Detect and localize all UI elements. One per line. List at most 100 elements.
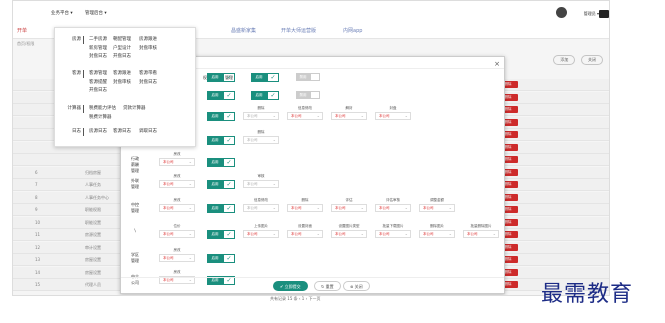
menu-item[interactable]: 封盘日志 xyxy=(89,53,107,59)
menu-item[interactable]: 调取日志 xyxy=(139,128,157,134)
enable-toggle[interactable]: 启用 ✓ xyxy=(207,91,239,100)
permission-select[interactable]: 批量删除图片 本公司 xyxy=(463,224,499,238)
menu-item[interactable]: 封盘审核 xyxy=(139,45,157,51)
menu-item[interactable]: 户型设计 xyxy=(113,45,131,51)
select-value[interactable]: 本公司 xyxy=(243,230,279,238)
permission-select[interactable]: 解封 本公司 xyxy=(331,106,367,120)
modal-close-button[interactable]: ⊗ 关闭 xyxy=(343,281,370,291)
menu-item[interactable]: 客源跟进 xyxy=(113,70,131,76)
permission-select[interactable]: 上传图片 本公司 xyxy=(243,224,279,238)
check-icon[interactable]: ✓ xyxy=(223,204,235,213)
tab-4[interactable]: 内网app xyxy=(343,27,362,34)
enable-toggle[interactable]: 启用 ✓ xyxy=(207,180,239,189)
menu-item[interactable]: 封盘日志 xyxy=(139,79,157,85)
permission-select[interactable]: 评估审核 本公司 xyxy=(375,198,411,212)
select-value[interactable]: 本公司 xyxy=(159,204,195,212)
menu-item[interactable]: 客源日志 xyxy=(113,128,131,134)
disable-toggle[interactable]: 禁用 xyxy=(296,73,328,82)
close-icon[interactable]: × xyxy=(494,60,500,68)
select-value[interactable]: 本公司 xyxy=(375,230,411,238)
enable-toggle[interactable]: 启用 ✓ xyxy=(207,254,239,263)
select-value[interactable]: 本公司 xyxy=(243,136,279,144)
permission-select[interactable]: 审核 本公司 xyxy=(243,174,279,188)
avatar[interactable] xyxy=(556,7,567,18)
user-name[interactable]: 管理员 ▾ xyxy=(584,11,599,17)
menu-item[interactable]: 二手房源 xyxy=(89,36,107,42)
menu-item[interactable]: 新房管理 xyxy=(89,45,107,51)
permission-select[interactable]: 信息修改 本公司 xyxy=(287,106,323,120)
permission-select[interactable]: 信息修改 本公司 xyxy=(243,198,279,212)
permission-select[interactable]: 批量下载图片 本公司 xyxy=(375,224,411,238)
select-value[interactable]: 本公司 xyxy=(243,112,279,120)
enable-toggle[interactable]: 启用 ✓ xyxy=(207,158,239,167)
check-icon[interactable]: ✓ xyxy=(223,254,235,263)
permission-select[interactable]: 房改本公司 xyxy=(159,198,195,212)
permission-select[interactable]: 房改本公司 xyxy=(159,248,195,262)
tab-3[interactable]: 开单大师运营版 xyxy=(281,27,316,34)
permission-select[interactable]: 位价 本公司 xyxy=(159,224,195,238)
select-value[interactable]: 本公司 xyxy=(243,180,279,188)
menu-item[interactable]: 开盘日志 xyxy=(89,87,107,93)
select-value[interactable]: 本公司 xyxy=(159,230,195,238)
menu-item[interactable]: 贷款计算器 xyxy=(123,105,146,111)
nav-business[interactable]: 业务平台 ▾ xyxy=(51,10,73,16)
pagination[interactable]: 共有记录 15 条 ‹ 1 › 下一页 xyxy=(270,296,320,302)
select-value[interactable]: 本公司 xyxy=(375,204,411,212)
enable-toggle[interactable]: 启用 ✓ xyxy=(207,230,239,239)
check-icon[interactable]: ✓ xyxy=(267,73,279,82)
reset-button[interactable]: ↻ 重置 xyxy=(314,281,341,291)
select-value[interactable]: 本公司 xyxy=(287,112,323,120)
menu-item[interactable]: 税费计算器 xyxy=(89,114,112,120)
check-icon[interactable]: ✓ xyxy=(223,91,235,100)
select-value[interactable]: 本公司 xyxy=(375,112,411,120)
select-value[interactable]: 本公司 xyxy=(287,204,323,212)
check-icon[interactable]: ✓ xyxy=(223,230,235,239)
permission-select[interactable]: 删除 本公司 xyxy=(243,106,279,120)
select-value[interactable]: 本公司 xyxy=(331,204,367,212)
select-value[interactable]: 本公司 xyxy=(463,230,499,238)
check-icon[interactable]: ✓ xyxy=(223,180,235,189)
enable-toggle[interactable]: 启用 ✓ xyxy=(207,112,239,121)
select-value[interactable]: 本公司 xyxy=(419,204,455,212)
enable-toggle[interactable]: 启用 ✓ xyxy=(207,204,239,213)
select-value[interactable]: 本公司 xyxy=(331,112,367,120)
check-icon[interactable]: ✓ xyxy=(223,158,235,167)
toggle-box[interactable] xyxy=(310,91,320,99)
permission-select[interactable]: 删除 本公司 xyxy=(243,130,279,144)
check-icon[interactable]: ✓ xyxy=(223,112,235,121)
permission-select[interactable]: 封盘 本公司 xyxy=(375,106,411,120)
select-value[interactable]: 本公司 xyxy=(331,230,367,238)
permission-select[interactable]: 房改本公司 xyxy=(159,152,195,166)
menu-item[interactable]: 客源管理 xyxy=(89,70,107,76)
menu-item[interactable]: 房源跟进 xyxy=(139,36,157,42)
tab-2[interactable]: 昌盛新家集 xyxy=(231,27,256,34)
check-icon[interactable]: ✓ xyxy=(223,136,235,145)
menu-item[interactable]: 客源带看 xyxy=(139,70,157,76)
toggle-box[interactable] xyxy=(310,73,320,81)
select-value[interactable]: 本公司 xyxy=(159,180,195,188)
permission-select[interactable]: 设置图片类型 本公司 xyxy=(331,224,367,238)
disable-toggle[interactable]: 禁用 xyxy=(296,91,328,100)
nav-admin[interactable]: 管理后台 ▾ xyxy=(85,10,107,16)
enable-toggle[interactable]: 启用 ✓ xyxy=(207,136,239,145)
select-value[interactable]: 本公司 xyxy=(287,230,323,238)
enable-toggle[interactable]: 启用 ✓ xyxy=(207,73,239,82)
check-icon[interactable]: ✓ xyxy=(223,73,235,82)
permission-select[interactable]: 删除图片 本公司 xyxy=(419,224,455,238)
permission-select[interactable]: 评估 本公司 xyxy=(331,198,367,212)
permission-select[interactable]: 删除 本公司 xyxy=(287,198,323,212)
enable-toggle[interactable]: 启用 ✓ xyxy=(251,73,283,82)
select-value[interactable]: 本公司 xyxy=(159,158,195,166)
submit-button[interactable]: ✔ 立即提交 xyxy=(273,281,308,291)
menu-item[interactable]: 客源提醒 xyxy=(89,79,107,85)
menu-item[interactable]: 税费能力评估 xyxy=(89,105,116,111)
mail-icon[interactable] xyxy=(599,10,609,18)
menu-item[interactable]: 开盘日志 xyxy=(113,53,131,59)
enable-toggle[interactable]: 启用 ✓ xyxy=(251,91,283,100)
select-value[interactable]: 本公司 xyxy=(243,204,279,212)
permission-select[interactable]: 房改本公司 xyxy=(159,174,195,188)
select-value[interactable]: 本公司 xyxy=(419,230,455,238)
menu-item[interactable]: 封盘审核 xyxy=(113,79,131,85)
permission-select[interactable]: 调整金额 本公司 xyxy=(419,198,455,212)
check-icon[interactable]: ✓ xyxy=(267,91,279,100)
